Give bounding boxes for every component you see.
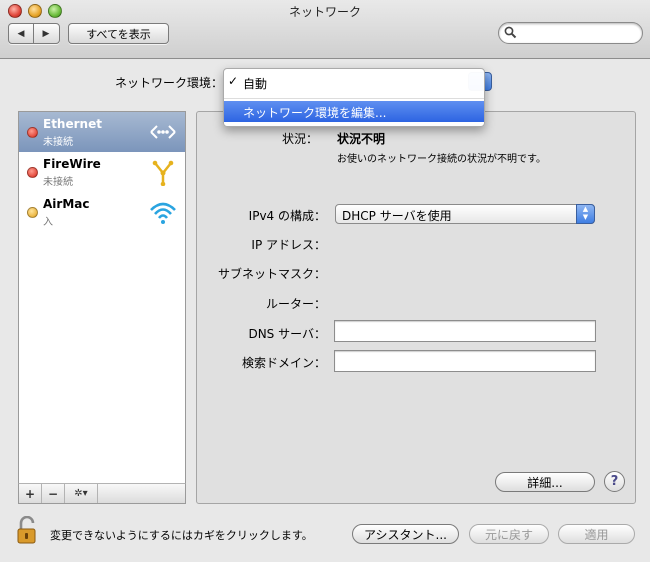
updown-arrows-icon: ▲ ▼: [576, 204, 595, 224]
location-label: ネットワーク環境：: [115, 76, 224, 90]
forward-arrow-icon: ▶: [42, 28, 50, 39]
router-label: ルーター：: [265, 297, 326, 311]
service-status: 未接続: [43, 177, 73, 188]
wifi-icon: [150, 202, 176, 224]
menu-separator: [224, 98, 484, 99]
ethernet-icon: [150, 125, 176, 139]
advanced-button[interactable]: 詳細...: [495, 472, 595, 492]
status-description: お使いのネットワーク接続の状況が不明です。: [337, 154, 546, 165]
assistant-button[interactable]: アシスタント...: [352, 524, 459, 544]
window-toolbar: ネットワーク ◀ ▶ すべてを表示: [0, 0, 650, 59]
back-button[interactable]: ◀: [9, 24, 34, 43]
help-button[interactable]: ?: [604, 471, 625, 492]
service-list-controls: + − ✲▾: [18, 483, 186, 504]
service-item-firewire[interactable]: FireWire 未接続: [19, 152, 185, 192]
back-arrow-icon: ◀: [17, 28, 25, 39]
lock-message: 変更できないようにするにはカギをクリックします。: [50, 529, 313, 542]
service-name: Ethernet: [43, 117, 102, 131]
menu-item-label: 自動: [243, 77, 268, 91]
menu-item-label: ネットワーク環境を編集...: [243, 106, 387, 120]
status-dot-yellow: [27, 207, 38, 218]
apply-button[interactable]: 適用: [558, 524, 635, 544]
menu-item-automatic[interactable]: ✓ 自動: [224, 73, 484, 92]
ipv4-config-popup[interactable]: DHCP サーバを使用 ▲ ▼: [335, 204, 595, 224]
status-value: 状況不明: [337, 132, 386, 146]
checkmark-icon: ✓: [228, 74, 239, 88]
status-dot-red: [27, 167, 38, 178]
show-all-button[interactable]: すべてを表示: [68, 23, 169, 44]
dns-server-label: DNS サーバ：: [248, 327, 326, 341]
forward-button[interactable]: ▶: [34, 24, 58, 43]
ipv4-config-label: IPv4 の構成：: [248, 209, 326, 223]
search-domain-field[interactable]: [334, 350, 596, 372]
menu-item-edit-locations[interactable]: ネットワーク環境を編集...: [224, 101, 484, 122]
location-menu: ✓ 自動 ネットワーク環境を編集...: [223, 68, 485, 127]
service-name: AirMac: [43, 197, 90, 211]
service-item-ethernet[interactable]: Ethernet 未接続: [19, 112, 185, 152]
search-icon: [504, 26, 517, 39]
status-label: 状況：: [282, 132, 319, 146]
back-forward-control: ◀ ▶: [8, 23, 60, 44]
service-list: Ethernet 未接続 FireWire 未接続 AirMac 入: [18, 111, 186, 504]
ip-address-label: IP アドレス：: [251, 238, 326, 252]
ipv4-config-value: DHCP サーバを使用: [342, 209, 452, 223]
window-title: ネットワーク: [288, 5, 361, 19]
dns-server-field[interactable]: [334, 320, 596, 342]
settings-panel: [196, 111, 636, 504]
service-name: FireWire: [43, 157, 101, 171]
subnet-mask-label: サブネットマスク：: [217, 267, 326, 281]
remove-service-button[interactable]: −: [42, 484, 65, 503]
service-item-airmac[interactable]: AirMac 入: [19, 192, 185, 232]
status-dot-red: [27, 127, 38, 138]
gear-menu-button[interactable]: ✲▾: [65, 484, 98, 503]
add-service-button[interactable]: +: [19, 484, 42, 503]
firewire-icon: [152, 160, 174, 186]
service-status: 未接続: [43, 137, 73, 148]
revert-button[interactable]: 元に戻す: [469, 524, 549, 544]
search-field[interactable]: [498, 22, 643, 44]
lock-icon[interactable]: [17, 516, 39, 546]
service-status: 入: [43, 217, 53, 228]
search-domain-label: 検索ドメイン：: [241, 356, 326, 370]
